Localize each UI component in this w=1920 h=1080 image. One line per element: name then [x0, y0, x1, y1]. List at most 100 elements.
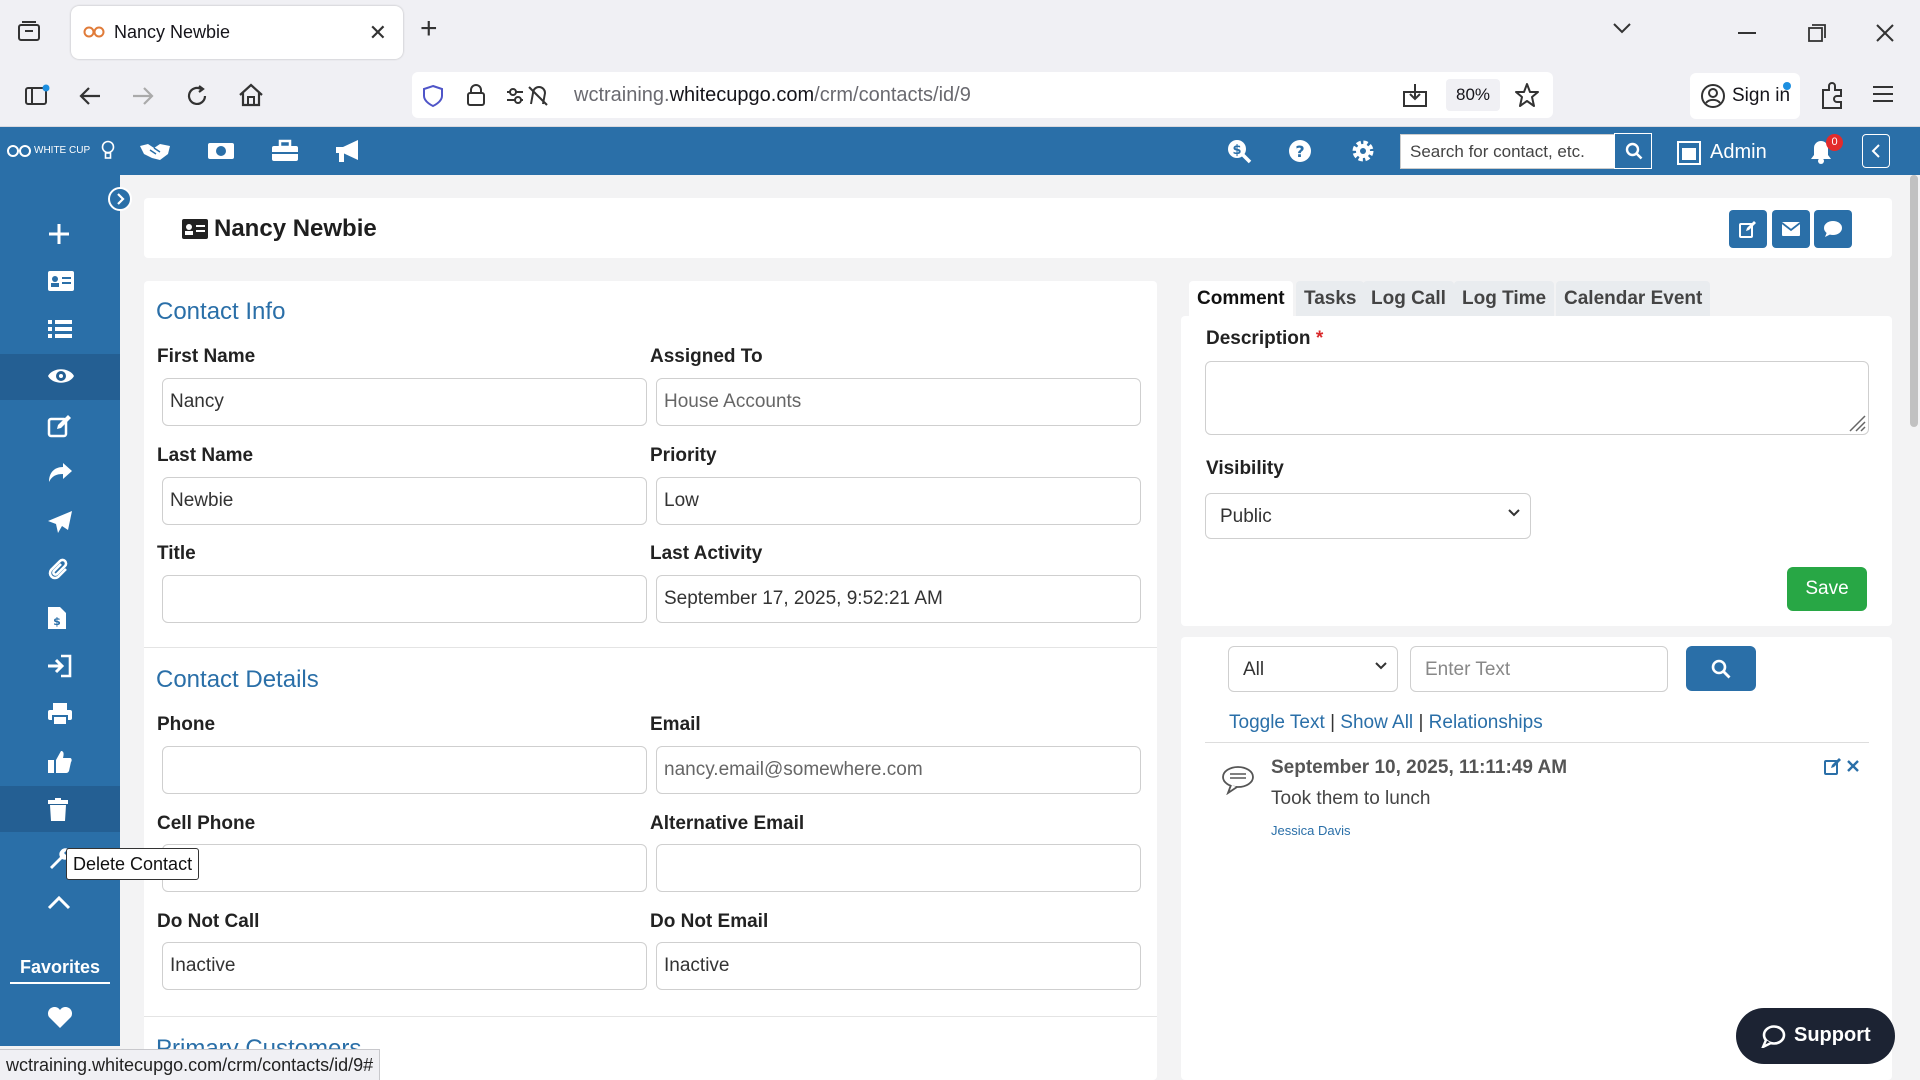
- sidebar-login-button[interactable]: [0, 642, 120, 688]
- resize-handle-icon[interactable]: [1846, 412, 1866, 432]
- comment-date: September 10, 2025, 11:11:49 AM: [1271, 757, 1568, 778]
- bookmark-star-icon[interactable]: [1514, 82, 1540, 108]
- title-label: Title: [157, 543, 196, 564]
- page-scrollbar[interactable]: [1910, 175, 1918, 427]
- assigned-to-field[interactable]: House Accounts: [656, 378, 1141, 426]
- edit-comment-icon[interactable]: [1824, 757, 1842, 775]
- feed-search-input[interactable]: Enter Text: [1410, 646, 1668, 692]
- show-all-link[interactable]: Show All: [1340, 712, 1413, 733]
- sidebar-edit-button[interactable]: [0, 402, 120, 448]
- contact-details-title: Contact Details: [156, 666, 319, 693]
- tab-tasks[interactable]: Tasks: [1296, 281, 1365, 316]
- feed-filter-value: All: [1243, 659, 1265, 680]
- tab-comment[interactable]: Comment: [1189, 281, 1293, 316]
- alt-email-field[interactable]: [656, 844, 1141, 892]
- url-bar[interactable]: wctraining.whitecupgo.com/crm/contacts/i…: [412, 72, 1553, 118]
- last-name-field[interactable]: Newbie: [162, 477, 647, 525]
- do-not-call-field[interactable]: Inactive: [162, 942, 647, 990]
- message-contact-button[interactable]: [1814, 210, 1852, 248]
- help-icon[interactable]: ?: [1288, 139, 1312, 163]
- home-icon[interactable]: [238, 83, 264, 107]
- lightbulb-icon[interactable]: [101, 140, 115, 160]
- sidebar-contact-card-button[interactable]: [0, 258, 120, 304]
- sidebar-favorites-button[interactable]: [0, 995, 120, 1041]
- zoom-level[interactable]: 80%: [1446, 79, 1500, 111]
- close-window-icon[interactable]: [1876, 24, 1894, 42]
- whitecup-logo-icon[interactable]: [6, 145, 32, 157]
- relationships-link[interactable]: Relationships: [1429, 712, 1543, 733]
- save-button[interactable]: Save: [1787, 567, 1867, 611]
- sidebar-share-button[interactable]: [0, 450, 120, 496]
- money-icon[interactable]: [207, 140, 235, 162]
- global-search-button[interactable]: [1614, 133, 1652, 169]
- sidebar-attachment-button[interactable]: [0, 546, 120, 592]
- do-not-email-field[interactable]: Inactive: [656, 942, 1141, 990]
- feed-filter-select[interactable]: All: [1228, 646, 1398, 692]
- lock-icon[interactable]: [466, 83, 486, 107]
- feed-search-button[interactable]: [1686, 646, 1756, 691]
- briefcase-icon[interactable]: [271, 139, 299, 163]
- new-tab-icon[interactable]: +: [420, 14, 438, 44]
- email-field[interactable]: nancy.email@somewhere.com: [656, 746, 1141, 794]
- sidebar-expand-toggle[interactable]: [108, 187, 132, 211]
- extensions-icon[interactable]: [1819, 82, 1845, 110]
- contact-header-card: Nancy Newbie: [144, 198, 1892, 258]
- tab-close-icon[interactable]: ✕: [369, 20, 387, 46]
- app-header: WHITE CUP $ ? Search for contact, etc. A…: [0, 127, 1920, 175]
- megaphone-icon[interactable]: [334, 138, 362, 164]
- sidebar-add-button[interactable]: [0, 210, 120, 256]
- delete-comment-icon[interactable]: [1846, 759, 1860, 773]
- admin-avatar-icon[interactable]: [1677, 140, 1701, 166]
- tab-log-call[interactable]: Log Call: [1363, 281, 1454, 316]
- admin-label[interactable]: Admin: [1710, 141, 1767, 164]
- toggle-text-link[interactable]: Toggle Text: [1229, 712, 1325, 733]
- tab-log-time[interactable]: Log Time: [1454, 281, 1555, 316]
- sidebar-list-button[interactable]: [0, 306, 120, 352]
- minimize-icon[interactable]: [1738, 32, 1756, 34]
- dollar-search-icon[interactable]: $: [1226, 138, 1252, 164]
- visibility-select[interactable]: Public: [1205, 493, 1531, 539]
- menu-hamburger-icon[interactable]: [1872, 85, 1894, 103]
- invoice-icon: $: [48, 607, 66, 629]
- settings-gear-icon[interactable]: [1350, 138, 1376, 164]
- global-search-input[interactable]: Search for contact, etc.: [1400, 134, 1616, 169]
- first-name-field[interactable]: Nancy: [162, 378, 647, 426]
- cell-phone-field[interactable]: [162, 844, 647, 892]
- tracking-shield-icon[interactable]: [422, 84, 444, 108]
- restore-icon[interactable]: [1808, 24, 1826, 42]
- tab-list-icon[interactable]: [17, 20, 41, 42]
- description-textarea[interactable]: [1205, 361, 1869, 435]
- last-activity-field[interactable]: September 17, 2025, 9:52:21 AM: [656, 575, 1141, 623]
- support-button[interactable]: Support: [1736, 1008, 1895, 1064]
- sidebar-toggle-icon[interactable]: [24, 84, 50, 106]
- edit-contact-button[interactable]: [1729, 210, 1767, 248]
- sidebar-delete-button[interactable]: [0, 786, 120, 832]
- tab-calendar-event[interactable]: Calendar Event: [1556, 281, 1711, 316]
- panel-collapse-button[interactable]: [1862, 134, 1890, 168]
- browser-tab[interactable]: Nancy Newbie ✕: [71, 6, 403, 59]
- description-label: Description *: [1206, 328, 1324, 349]
- sidebar-invoice-button[interactable]: $: [0, 594, 120, 640]
- comment-author-link[interactable]: Jessica Davis: [1271, 823, 1350, 838]
- back-arrow-icon[interactable]: [78, 85, 102, 107]
- phone-field[interactable]: [162, 746, 647, 794]
- download-icon[interactable]: [1402, 82, 1428, 108]
- browser-status-bar: wctraining.whitecupgo.com/crm/contacts/i…: [0, 1049, 381, 1080]
- sidebar-send-button[interactable]: [0, 498, 120, 544]
- sidebar-like-button[interactable]: [0, 738, 120, 784]
- permissions-icon[interactable]: [505, 85, 549, 107]
- do-not-call-label: Do Not Call: [157, 911, 260, 932]
- sidebar-view-button[interactable]: [0, 354, 120, 400]
- sign-in-button[interactable]: Sign in: [1690, 73, 1800, 119]
- priority-field[interactable]: Low: [656, 477, 1141, 525]
- sidebar-print-button[interactable]: [0, 690, 120, 736]
- title-field[interactable]: [162, 575, 647, 623]
- visibility-value: Public: [1220, 506, 1272, 527]
- handshake-icon[interactable]: [138, 140, 172, 162]
- url-text[interactable]: wctraining.whitecupgo.com/crm/contacts/i…: [574, 84, 971, 107]
- sidebar-collapse-up-button[interactable]: [0, 882, 120, 928]
- sign-in-dot-icon: [1783, 82, 1791, 90]
- tab-overflow-chevron-icon[interactable]: [1612, 22, 1632, 34]
- email-contact-button[interactable]: [1772, 210, 1810, 248]
- reload-icon[interactable]: [185, 84, 209, 108]
